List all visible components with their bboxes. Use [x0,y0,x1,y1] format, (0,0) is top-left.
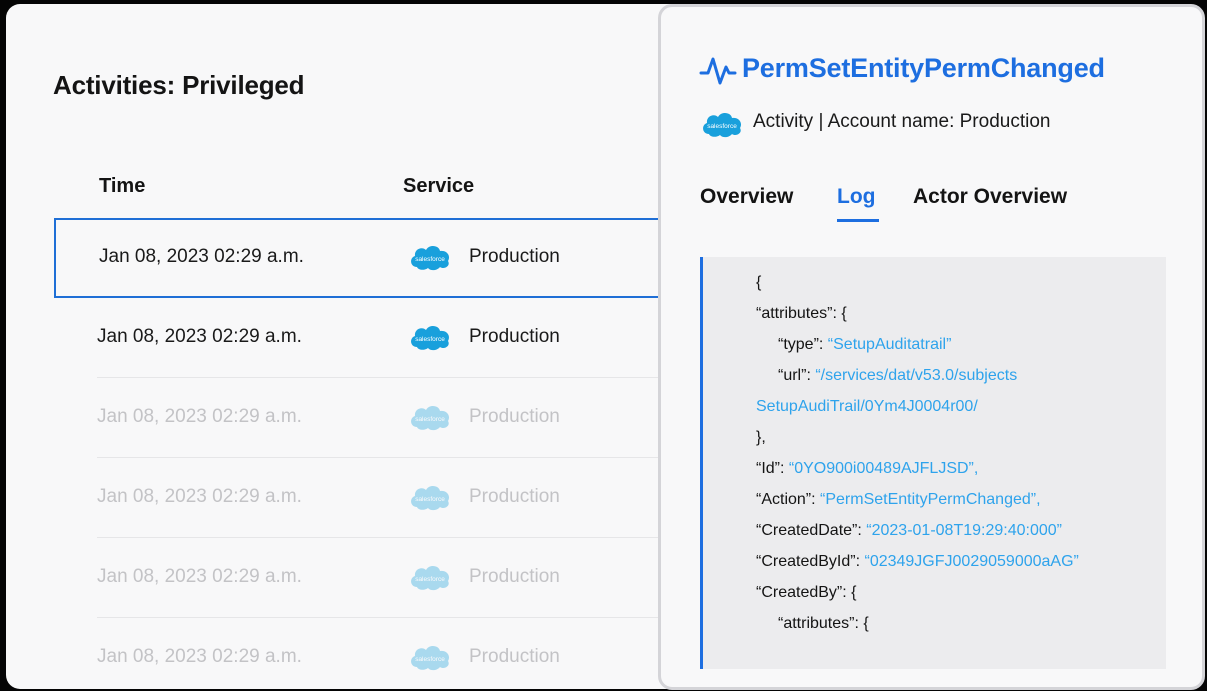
log-line: “Id”: “0YO900i00489AJFLJSD”, [756,460,979,477]
log-line: “type”: “SetupAuditatrail” [778,336,952,353]
detail-subtitle: Activity | Account name: Production [753,111,1051,132]
svg-text:salesforce: salesforce [415,416,445,423]
table-row[interactable]: Jan 08, 2023 02:29 a.m. salesforce Produ… [54,218,674,298]
salesforce-logo-icon: salesforce [408,323,452,358]
log-line: “url”: “/services/dat/v53.0/subjects [778,367,1018,384]
table-row[interactable]: Jan 08, 2023 02:29 a.m. salesforce Produ… [97,378,706,458]
column-header-time[interactable]: Time [99,175,145,198]
tab-log[interactable]: Log [837,185,875,209]
log-line: SetupAudiTrail/0Ym4J0004r00/ [756,398,978,415]
row-service: Production [469,326,560,347]
row-time: Jan 08, 2023 02:29 a.m. [97,646,302,667]
row-time: Jan 08, 2023 02:29 a.m. [97,406,302,427]
svg-text:salesforce: salesforce [707,123,737,130]
log-line: “CreatedBy”: { [756,584,857,601]
log-line: “attributes”: { [778,615,869,632]
log-line: { [756,274,762,291]
detail-title: PermSetEntityPermChanged [742,53,1105,83]
tab-overview[interactable]: Overview [700,185,793,209]
salesforce-logo-icon: salesforce [408,643,452,678]
svg-text:salesforce: salesforce [415,256,445,263]
row-time: Jan 08, 2023 02:29 a.m. [99,246,304,267]
activities-panel: Activities: Privileged Time Service Jan … [6,4,706,689]
salesforce-logo-icon: salesforce [408,243,452,278]
svg-text:salesforce: salesforce [415,336,445,343]
log-viewer[interactable]: { “attributes”: { “type”: “SetupAuditatr… [700,257,1166,669]
log-line: }, [756,429,766,446]
salesforce-logo-icon: salesforce [408,403,452,438]
svg-text:salesforce: salesforce [415,496,445,503]
table-row[interactable]: Jan 08, 2023 02:29 a.m. salesforce Produ… [97,538,706,618]
svg-text:salesforce: salesforce [415,656,445,663]
table-row[interactable]: Jan 08, 2023 02:29 a.m. salesforce Produ… [97,298,706,378]
page-title: Activities: Privileged [53,70,305,100]
row-service: Production [469,406,560,427]
activity-detail-panel: PermSetEntityPermChanged salesforce Acti… [658,4,1205,690]
active-tab-indicator [837,219,879,222]
column-header-service[interactable]: Service [403,175,474,198]
log-line: “CreatedDate”: “2023-01-08T19:29:40:000” [756,522,1062,539]
svg-text:salesforce: salesforce [415,576,445,583]
row-time: Jan 08, 2023 02:29 a.m. [97,326,302,347]
row-service: Production [469,566,560,587]
row-time: Jan 08, 2023 02:29 a.m. [97,486,302,507]
table-row[interactable]: Jan 08, 2023 02:29 a.m. salesforce Produ… [97,618,706,689]
log-line: “Action”: “PermSetEntityPermChanged”, [756,491,1041,508]
salesforce-logo-icon: salesforce [408,483,452,518]
row-time: Jan 08, 2023 02:29 a.m. [97,566,302,587]
row-service: Production [469,246,560,267]
log-line: “attributes”: { [756,305,847,322]
tab-actor-overview[interactable]: Actor Overview [913,185,1067,209]
salesforce-logo-icon: salesforce [408,563,452,598]
row-service: Production [469,646,560,667]
salesforce-logo-icon: salesforce [700,110,744,145]
table-row[interactable]: Jan 08, 2023 02:29 a.m. salesforce Produ… [97,458,706,538]
row-service: Production [469,486,560,507]
activity-pulse-icon [699,53,737,92]
log-line: “CreatedById”: “02349JGFJ0029059000aAG” [756,553,1079,570]
